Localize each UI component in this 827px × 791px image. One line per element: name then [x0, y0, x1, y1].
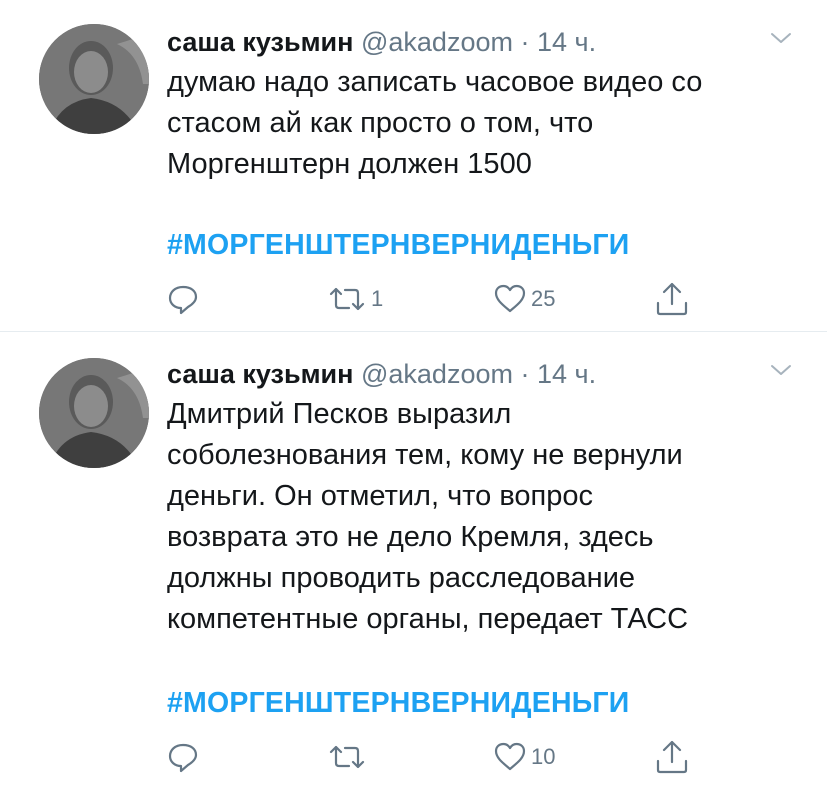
- author-handle[interactable]: @akadzoom: [361, 359, 513, 389]
- like-button[interactable]: 10: [493, 737, 555, 777]
- author-handle[interactable]: @akadzoom: [361, 27, 513, 57]
- tweet-time[interactable]: 14 ч.: [537, 359, 596, 389]
- retweet-count: 1: [371, 286, 384, 311]
- author-name[interactable]: саша кузьмин: [167, 359, 353, 389]
- tweet-header: саша кузьмин @akadzoom · 14 ч.: [167, 22, 787, 62]
- retweet-icon: [329, 745, 365, 769]
- retweet-icon: [329, 287, 365, 311]
- share-button[interactable]: [654, 737, 690, 777]
- tweet-text: Дмитрий Песков выразил соболезнования те…: [167, 398, 689, 635]
- author-name[interactable]: саша кузьмин: [167, 27, 353, 57]
- tweet-actions: 1 25: [0, 279, 827, 319]
- like-count: 25: [531, 286, 556, 311]
- tweet-header: саша кузьмин @akadzoom · 14 ч.: [167, 354, 787, 394]
- tweet-actions: 10: [0, 737, 827, 777]
- heart-icon: [494, 742, 526, 771]
- like-button[interactable]: 25: [493, 279, 555, 319]
- chevron-down-icon[interactable]: [769, 360, 793, 380]
- tweet[interactable]: саша кузьмин @akadzoom · 14 ч. думаю над…: [0, 0, 827, 332]
- separator-dot: ·: [520, 27, 530, 57]
- share-button[interactable]: [654, 279, 690, 319]
- retweet-button[interactable]: 1: [327, 279, 383, 319]
- hashtag-link[interactable]: #МОРГЕНШТЕРНВЕРНИДЕНЬГИ: [167, 685, 629, 721]
- like-count: 10: [531, 744, 556, 769]
- reply-button[interactable]: [166, 737, 204, 777]
- user-avatar[interactable]: [39, 358, 149, 468]
- share-icon: [656, 740, 688, 774]
- heart-icon: [494, 284, 526, 313]
- tweet-text: думаю надо записать часовое видео со ста…: [167, 66, 703, 180]
- tweet[interactable]: саша кузьмин @akadzoom · 14 ч. Дмитрий П…: [0, 332, 827, 791]
- tweet-time[interactable]: 14 ч.: [537, 27, 596, 57]
- hashtag-link[interactable]: #МОРГЕНШТЕРНВЕРНИДЕНЬГИ: [167, 227, 629, 263]
- retweet-button[interactable]: [327, 737, 371, 777]
- share-icon: [656, 282, 688, 316]
- reply-icon: [168, 285, 198, 315]
- chevron-down-icon[interactable]: [769, 28, 793, 48]
- user-avatar[interactable]: [39, 24, 149, 134]
- separator-dot: ·: [520, 359, 530, 389]
- reply-icon: [168, 743, 198, 773]
- reply-button[interactable]: [166, 279, 204, 319]
